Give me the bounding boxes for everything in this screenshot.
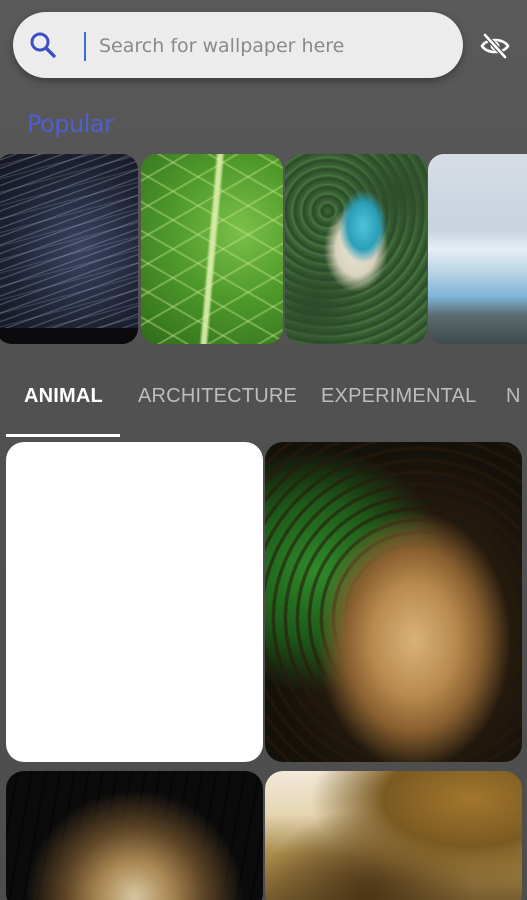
popular-item-tropical-island[interactable] — [285, 154, 427, 344]
popular-item-star-trails[interactable] — [0, 154, 138, 344]
visibility-off-icon[interactable] — [480, 32, 510, 60]
popular-carousel[interactable] — [0, 154, 527, 344]
search-icon[interactable] — [27, 29, 59, 61]
category-tabs: ANIMAL ARCHITECTURE EXPERIMENTAL N — [0, 385, 527, 440]
wallpaper-card-leopard[interactable] — [265, 442, 522, 762]
wallpaper-card-deer[interactable] — [265, 771, 522, 900]
search-input[interactable] — [99, 32, 439, 60]
popular-heading: Popular — [27, 110, 114, 138]
popular-item-glacier[interactable] — [428, 154, 527, 344]
tab-animal[interactable]: ANIMAL — [24, 385, 103, 408]
wallpaper-card-tiger[interactable] — [6, 771, 263, 900]
active-tab-indicator — [6, 434, 120, 437]
wallpaper-card-blank[interactable] — [6, 442, 263, 762]
tab-experimental[interactable]: EXPERIMENTAL — [321, 385, 476, 408]
popular-item-green-leaf[interactable] — [141, 154, 283, 344]
tab-n[interactable]: N — [506, 385, 521, 408]
tab-architecture[interactable]: ARCHITECTURE — [138, 385, 297, 408]
search-bar[interactable] — [13, 12, 463, 78]
app-screen: Popular ANIMAL ARCHITECTURE EXPERIMENTAL… — [0, 0, 527, 900]
text-cursor — [84, 32, 86, 61]
